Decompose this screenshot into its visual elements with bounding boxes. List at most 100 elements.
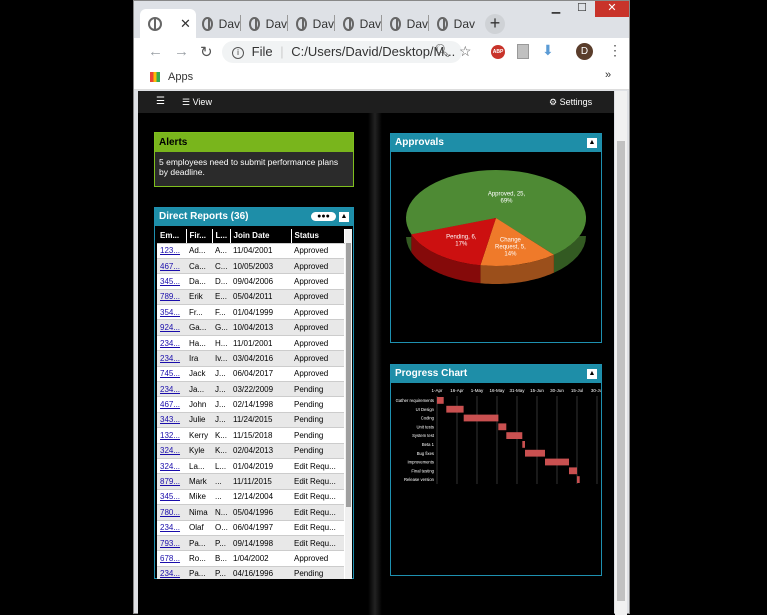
table-row[interactable]: 467... Ca... C... 10/05/2003 Approved <box>157 258 344 275</box>
gantt-bar[interactable] <box>545 458 569 466</box>
employee-id-link[interactable]: 354... <box>160 308 180 317</box>
table-row[interactable]: 780... Nima N... 05/04/1996 Edit Requ... <box>157 504 344 521</box>
table-cell[interactable]: 879... <box>157 473 186 490</box>
collapse-icon[interactable]: ▲ <box>339 212 349 222</box>
employee-id-link[interactable]: 789... <box>160 292 180 301</box>
table-cell[interactable]: 789... <box>157 289 186 306</box>
address-bar[interactable]: i File | C:/Users/David/Desktop/M... <box>222 41 462 63</box>
table-row[interactable]: 789... Erik E... 05/04/2011 Approved <box>157 289 344 306</box>
column-header[interactable]: Em... <box>157 229 187 244</box>
table-cell[interactable]: 123... <box>157 243 186 259</box>
table-row[interactable]: 343... Julie J... 11/24/2015 Pending <box>157 412 344 429</box>
table-cell[interactable]: 343... <box>157 412 186 429</box>
table-row[interactable]: 354... Fr... F... 01/04/1999 Approved <box>157 304 344 321</box>
table-row[interactable]: 234... Ha... H... 11/01/2001 Approved <box>157 335 344 352</box>
column-header[interactable]: Join Date <box>230 229 292 244</box>
table-cell[interactable]: 132... <box>157 427 186 444</box>
gantt-bar[interactable] <box>522 441 525 448</box>
table-cell[interactable]: 234... <box>157 335 186 352</box>
table-row[interactable]: 345... Da... D... 09/04/2006 Approved <box>157 273 344 290</box>
column-header[interactable]: Fir... <box>186 229 213 244</box>
collapse-icon[interactable]: ▲ <box>587 369 597 379</box>
maximize-button[interactable]: ☐ <box>569 1 595 17</box>
employee-id-link[interactable]: 467... <box>160 400 180 409</box>
employee-id-link[interactable]: 324... <box>160 446 180 455</box>
table-row[interactable]: 234... Ira Iv... 03/04/2016 Approved <box>157 350 344 367</box>
table-row[interactable]: 234... Olaf O... 06/04/1997 Edit Requ... <box>157 520 344 536</box>
column-header[interactable]: L... <box>212 229 231 244</box>
employee-id-link[interactable]: 678... <box>160 554 180 563</box>
table-row[interactable]: 324... La... L... 01/04/2019 Edit Requ... <box>157 458 344 475</box>
table-row[interactable]: 467... John J... 02/14/1998 Pending <box>157 396 344 413</box>
table-cell[interactable]: 924... <box>157 319 186 336</box>
employee-id-link[interactable]: 780... <box>160 508 180 517</box>
table-row[interactable]: 234... Ja... J... 03/22/2009 Pending <box>157 381 344 398</box>
employee-id-link[interactable]: 345... <box>160 492 180 501</box>
gantt-bar[interactable] <box>498 423 507 431</box>
forward-arrow-icon[interactable]: → <box>174 43 189 60</box>
table-row[interactable]: 793... Pa... P... 09/14/1998 Edit Requ... <box>157 535 344 552</box>
employee-id-link[interactable]: 924... <box>160 323 180 332</box>
close-icon[interactable]: ✕ <box>180 16 191 32</box>
gantt-bar[interactable] <box>446 405 464 413</box>
adblock-icon[interactable]: ABP <box>491 45 505 59</box>
table-cell[interactable]: 234... <box>157 350 186 367</box>
table-scrollbar[interactable] <box>345 229 352 579</box>
gantt-bar[interactable] <box>577 476 580 483</box>
window-close-button[interactable]: ✕ <box>595 1 629 17</box>
table-row[interactable]: 324... Kyle K... 02/04/2013 Pending <box>157 443 344 459</box>
new-tab-button[interactable]: + <box>485 14 505 34</box>
table-cell[interactable]: 354... <box>157 304 186 321</box>
employee-id-link[interactable]: 879... <box>160 477 180 486</box>
avatar[interactable]: D <box>576 43 593 60</box>
employee-id-link[interactable]: 793... <box>160 539 180 548</box>
table-cell[interactable]: 234... <box>157 520 186 536</box>
table-cell[interactable]: 234... <box>157 566 186 579</box>
employee-id-link[interactable]: 745... <box>160 369 180 378</box>
table-row[interactable]: 123... Ad... A... 11/04/2001 Approved <box>157 243 344 259</box>
table-cell[interactable]: 234... <box>157 381 186 398</box>
table-cell[interactable]: 793... <box>157 535 186 552</box>
table-cell[interactable]: 324... <box>157 458 186 475</box>
table-row[interactable]: 879... Mark... 11/11/2015 Edit Requ... <box>157 473 344 490</box>
download-icon[interactable]: ⬇ <box>542 42 554 59</box>
employee-id-link[interactable]: 324... <box>160 462 180 471</box>
zoom-icon[interactable]: 🔍︎ <box>434 43 451 59</box>
table-cell[interactable]: 345... <box>157 273 186 290</box>
minimize-button[interactable]: ▁ <box>543 1 569 17</box>
more-options-icon[interactable]: ●●● <box>311 212 336 221</box>
table-cell[interactable]: 345... <box>157 489 186 506</box>
table-row[interactable]: 345... Mike... 12/14/2004 Edit Requ... <box>157 489 344 506</box>
employee-id-link[interactable]: 123... <box>160 246 180 255</box>
employee-id-link[interactable]: 132... <box>160 431 180 440</box>
reload-icon[interactable]: ↻ <box>200 43 213 61</box>
table-cell[interactable]: 678... <box>157 550 186 567</box>
tab-active[interactable]: ✕ <box>140 9 196 38</box>
employee-id-link[interactable]: 234... <box>160 523 180 532</box>
table-cell[interactable]: 324... <box>157 443 186 459</box>
collapse-icon[interactable]: ▲ <box>587 138 597 148</box>
back-arrow-icon[interactable]: ← <box>148 43 163 60</box>
table-row[interactable]: 745... Jack J... 06/04/2017 Approved <box>157 366 344 383</box>
gantt-bar[interactable] <box>463 414 499 422</box>
apps-grid-icon[interactable] <box>150 72 160 82</box>
star-icon[interactable]: ☆ <box>459 43 472 60</box>
gantt-bar[interactable] <box>569 467 577 475</box>
hamburger-icon[interactable]: ☰ <box>156 91 165 113</box>
tab-7[interactable]: Dav <box>429 9 475 38</box>
bookmarks-overflow[interactable]: » <box>605 69 611 81</box>
table-cell[interactable]: 467... <box>157 258 186 275</box>
table-row[interactable]: 678... Ro... B... 1/04/2002 Approved <box>157 550 344 567</box>
employee-id-link[interactable]: 345... <box>160 277 180 286</box>
table-cell[interactable]: 780... <box>157 504 186 521</box>
menu-kebab-icon[interactable]: ⋮ <box>608 42 622 59</box>
employee-id-link[interactable]: 234... <box>160 569 180 578</box>
table-row[interactable]: 234... Pa... P... 04/16/1996 Pending <box>157 566 344 579</box>
gantt-bar[interactable] <box>506 432 523 439</box>
table-row[interactable]: 132... Kerry K... 11/15/2018 Pending <box>157 427 344 444</box>
employee-id-link[interactable]: 467... <box>160 262 180 271</box>
employee-id-link[interactable]: 343... <box>160 415 180 424</box>
tab-6[interactable]: Dav <box>382 9 428 38</box>
pdf-icon[interactable] <box>517 44 529 59</box>
employee-id-link[interactable]: 234... <box>160 385 180 394</box>
